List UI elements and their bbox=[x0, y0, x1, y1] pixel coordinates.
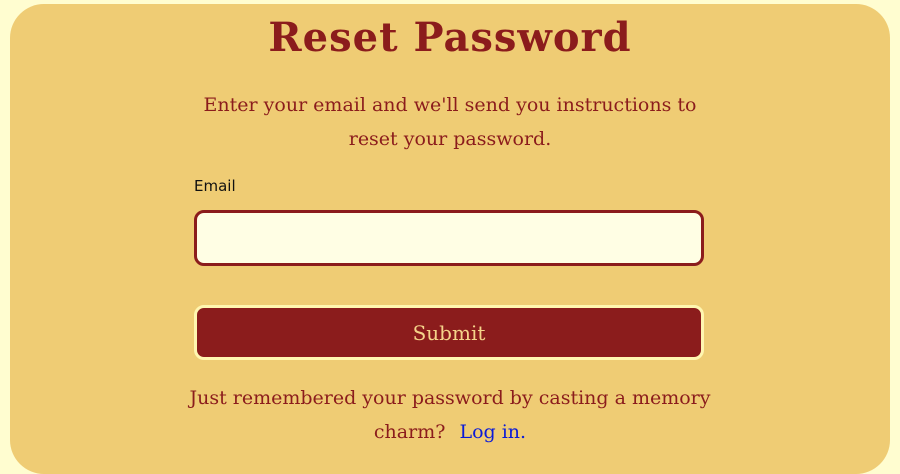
login-prompt: Just remembered your password by casting… bbox=[180, 381, 720, 449]
email-field[interactable] bbox=[194, 210, 704, 266]
page-title: Reset Password bbox=[268, 14, 632, 61]
login-link[interactable]: Log in. bbox=[459, 421, 526, 443]
email-label: Email bbox=[194, 177, 236, 195]
page-subtitle: Enter your email and we'll send you inst… bbox=[203, 94, 697, 150]
login-prompt-text: Just remembered your password by casting… bbox=[189, 387, 711, 443]
submit-button[interactable]: Submit bbox=[194, 305, 704, 360]
